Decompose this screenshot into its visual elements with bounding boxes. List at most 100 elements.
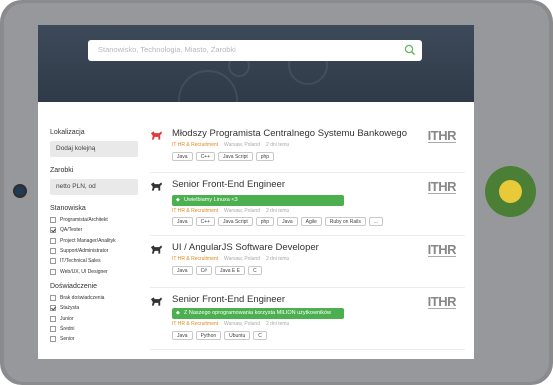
- tech-tag[interactable]: Java E E: [214, 266, 245, 275]
- job-location: Warsaw, Poland: [224, 256, 260, 262]
- tablet-frame: Stanowisko, Technologia, Miasto, Zarobki…: [0, 0, 553, 385]
- scottie-dog-icon: [150, 182, 163, 191]
- salary-input[interactable]: netto PLN, od: [50, 179, 138, 195]
- tech-tag[interactable]: C++: [195, 217, 216, 226]
- checkbox[interactable]: [50, 325, 56, 332]
- checkbox-label: Programista/Architekt: [60, 217, 108, 224]
- job-list: Młodszy Programista Centralnego Systemu …: [150, 122, 465, 350]
- checkbox-row[interactable]: Project Manager/Analityk: [50, 236, 140, 246]
- tech-tag[interactable]: Java Script: [218, 152, 253, 161]
- checkbox-label: Stażysta: [60, 305, 80, 312]
- tech-tag[interactable]: Java: [172, 152, 193, 161]
- checkbox-row[interactable]: Programista/Architekt: [50, 215, 140, 225]
- checkbox[interactable]: [50, 237, 56, 244]
- tech-tag[interactable]: Agile: [300, 217, 322, 226]
- checkbox[interactable]: [50, 305, 56, 312]
- checkbox[interactable]: [50, 227, 56, 234]
- company-logo[interactable]: ITHR: [427, 242, 457, 257]
- job-card[interactable]: Senior Front-End Engineer IT HR & Recruit…: [150, 173, 465, 236]
- checkbox-row[interactable]: IT/Technical Sales: [50, 256, 140, 266]
- checkbox[interactable]: [50, 248, 56, 255]
- checkbox-row[interactable]: Brak doświadczenia: [50, 293, 140, 303]
- tech-tag[interactable]: ...: [368, 217, 384, 226]
- checkbox-row[interactable]: Średni: [50, 324, 140, 334]
- tech-tag[interactable]: Ubuntu: [224, 331, 251, 340]
- tech-tag[interactable]: Ruby on Rails: [324, 217, 366, 226]
- tech-tag[interactable]: C: [247, 266, 262, 275]
- tech-tag[interactable]: php: [255, 152, 275, 161]
- checkbox-row[interactable]: Stażysta: [50, 303, 140, 313]
- company-name[interactable]: IT HR & Recruitment: [172, 321, 218, 327]
- company-name[interactable]: IT HR & Recruitment: [172, 208, 218, 214]
- job-age: 2 dni temu: [265, 256, 290, 262]
- tech-tag[interactable]: C++: [195, 152, 216, 161]
- checkbox[interactable]: [50, 315, 56, 322]
- screen: Stanowisko, Technologia, Miasto, Zarobki…: [38, 25, 474, 359]
- checkbox-label: Senior: [60, 336, 75, 343]
- checkbox[interactable]: [50, 336, 56, 343]
- job-card[interactable]: UI / AngularJS Software Developer IT HR &…: [150, 236, 465, 288]
- job-meta: IT HR & Recruitment Warsaw, Poland 2 dni t…: [172, 321, 289, 327]
- job-title[interactable]: Senior Front-End Engineer: [172, 179, 285, 190]
- checkbox-label: Średni: [60, 325, 75, 332]
- checkbox-label: Junior: [60, 315, 74, 322]
- job-meta: IT HR & Recruitment Warsaw, Poland 2 dni t…: [172, 256, 289, 262]
- checkbox[interactable]: [50, 294, 56, 301]
- job-meta: IT HR & Recruitment Warsaw, Poland 2 dni t…: [172, 208, 289, 214]
- tech-tag[interactable]: C: [253, 331, 267, 340]
- job-age: 2 dni temu: [265, 321, 290, 327]
- checkbox-label: Web/UX, UI Designer: [60, 268, 108, 275]
- job-card[interactable]: Młodszy Programista Centralnego Systemu …: [150, 122, 465, 173]
- company-name[interactable]: IT HR & Recruitment: [172, 256, 218, 262]
- camera-icon: [13, 184, 27, 198]
- tech-tag[interactable]: Java: [172, 266, 193, 275]
- search-bar[interactable]: Stanowisko, Technologia, Miasto, Zarobki: [88, 40, 422, 61]
- checkbox-label: IT/Technical Sales: [60, 258, 101, 265]
- checkbox-row[interactable]: Web/UX, UI Designer: [50, 266, 140, 276]
- checkbox-row[interactable]: QA/Tester: [50, 225, 140, 235]
- checkbox[interactable]: [50, 217, 56, 224]
- experience-list: Brak doświadczenia Stażysta Junior Średni Se…: [50, 293, 140, 344]
- checkbox-row[interactable]: Senior: [50, 334, 140, 344]
- tag-list: Java C++ Java Script php: [172, 152, 275, 161]
- positions-list: Programista/Architekt QA/Tester Project Ma…: [50, 215, 140, 277]
- highlight-banner: Uwielbiamy Linuxa <3: [172, 195, 344, 206]
- job-card[interactable]: Senior Front-End Engineer IT HR & Recruit…: [150, 288, 465, 350]
- search-placeholder: Stanowisko, Technologia, Miasto, Zarobki: [98, 45, 236, 54]
- job-age: 2 dni temu: [265, 142, 290, 148]
- highlight-banner: Z Naszego oprogramowania korzysta MILION…: [172, 308, 344, 319]
- tech-tag[interactable]: Python: [195, 331, 222, 340]
- salary-heading: Zarobki: [50, 167, 74, 174]
- checkbox-label: Project Manager/Analityk: [60, 237, 116, 244]
- positions-heading: Stanowiska: [50, 205, 86, 212]
- job-meta: IT HR & Recruitment Warsaw, Poland 2 dni t…: [172, 142, 289, 148]
- job-age: 2 dni temu: [265, 208, 290, 214]
- location-input[interactable]: Dodaj kolejną: [50, 141, 138, 157]
- checkbox-label: Brak doświadczenia: [60, 294, 105, 301]
- tech-tag[interactable]: Java: [277, 217, 298, 226]
- tech-tag[interactable]: Java Script: [218, 217, 253, 226]
- tag-list: Java C# Java E EC: [172, 266, 262, 275]
- tech-tag[interactable]: Java: [172, 331, 193, 340]
- tech-tag[interactable]: C#: [195, 266, 212, 275]
- checkbox-row[interactable]: Support/Administrator: [50, 246, 140, 256]
- job-location: Warsaw, Poland: [224, 208, 260, 214]
- tech-tag[interactable]: php: [255, 217, 275, 226]
- company-logo[interactable]: ITHR: [427, 294, 457, 309]
- checkbox[interactable]: [50, 258, 56, 265]
- hero-decoration: [178, 70, 238, 102]
- company-logo[interactable]: ITHR: [427, 128, 457, 143]
- checkbox[interactable]: [50, 268, 56, 275]
- job-location: Warsaw, Poland: [224, 321, 260, 327]
- search-icon[interactable]: [403, 43, 417, 57]
- home-button[interactable]: [485, 166, 536, 217]
- tech-tag[interactable]: Java: [172, 217, 193, 226]
- location-heading: Lokalizacja: [50, 129, 85, 136]
- job-title[interactable]: Senior Front-End Engineer: [172, 294, 285, 305]
- checkbox-label: Support/Administrator: [60, 248, 109, 255]
- job-title[interactable]: Młodszy Programista Centralnego Systemu …: [172, 128, 407, 139]
- checkbox-row[interactable]: Junior: [50, 313, 140, 323]
- company-logo[interactable]: ITHR: [427, 179, 457, 194]
- job-title[interactable]: UI / AngularJS Software Developer: [172, 242, 319, 253]
- company-name[interactable]: IT HR & Recruitment: [172, 142, 218, 148]
